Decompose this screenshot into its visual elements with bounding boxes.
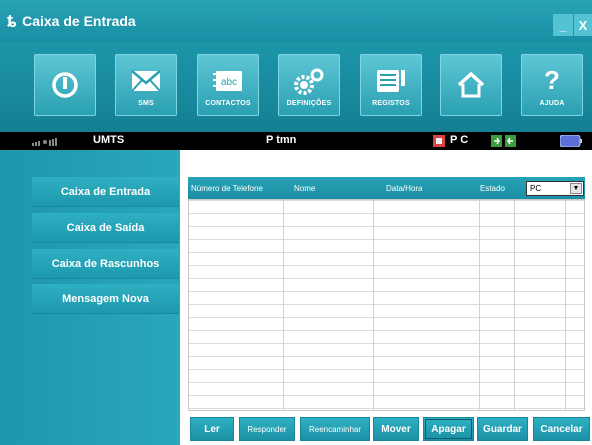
status-filter-value: PC xyxy=(530,184,542,193)
sidebar-item-new-message[interactable]: Mensagem Nova xyxy=(32,284,179,314)
delete-button[interactable]: Apagar xyxy=(423,417,474,441)
power-icon xyxy=(51,68,79,102)
sidebar-item-inbox[interactable]: Caixa de Entrada xyxy=(32,177,179,207)
title-bar: ȶ Caixa de Entrada _ X xyxy=(0,0,592,42)
column-header-name[interactable]: Nome xyxy=(294,184,315,193)
column-divider xyxy=(565,200,566,410)
envelope-icon xyxy=(131,64,161,98)
forward-button[interactable]: Reencaminhar xyxy=(300,417,370,441)
table-header: Número de Telefone Nome Data/Hora Estado… xyxy=(188,177,585,199)
connect-button[interactable] xyxy=(34,54,96,116)
move-button[interactable]: Mover xyxy=(373,417,419,441)
status-bar: UMTS P tmn P C xyxy=(0,132,592,150)
column-header-datetime[interactable]: Data/Hora xyxy=(386,184,422,193)
toolbar-label-sms: SMS xyxy=(138,99,154,107)
column-divider xyxy=(479,200,480,410)
logs-button[interactable]: REGISTOS xyxy=(360,54,422,116)
sms-button[interactable]: SMS xyxy=(115,54,177,116)
minimize-button[interactable]: _ xyxy=(553,14,573,36)
help-button[interactable]: ? AJUDA xyxy=(521,54,583,116)
signal-strength-icon xyxy=(32,137,58,149)
main-toolbar: SMS abc CONTACTOS DEFINIÇÕES REGISTOS ? … xyxy=(0,42,592,132)
column-header-status[interactable]: Estado xyxy=(480,184,505,193)
messages-table[interactable] xyxy=(188,199,585,411)
help-icon-glyph: ? xyxy=(544,65,560,95)
sidebar-item-drafts[interactable]: Caixa de Rascunhos xyxy=(32,249,179,279)
save-button[interactable]: Guardar xyxy=(477,417,528,441)
operator-name: P tmn xyxy=(266,134,297,146)
contacts-button[interactable]: abc CONTACTOS xyxy=(197,54,259,116)
column-divider xyxy=(283,200,284,410)
reply-button[interactable]: Responder xyxy=(239,417,295,441)
home-icon xyxy=(456,68,486,102)
window-title: Caixa de Entrada xyxy=(22,13,136,29)
toolbar-label-contacts: CONTACTOS xyxy=(205,99,251,107)
sidebar-item-outbox[interactable]: Caixa de Saída xyxy=(32,213,179,243)
gears-icon xyxy=(293,64,325,98)
column-divider xyxy=(514,200,515,410)
action-bar: Ler Responder Reencaminhar Mover Apagar … xyxy=(180,415,592,445)
message-panel: Número de Telefone Nome Data/Hora Estado… xyxy=(180,150,592,445)
app-logo: ȶ xyxy=(7,10,17,31)
contacts-icon: abc xyxy=(212,64,244,98)
cancel-button[interactable]: Cancelar xyxy=(533,417,590,441)
status-filter-select[interactable]: PC ▼ xyxy=(526,181,584,196)
close-button[interactable]: X xyxy=(574,14,592,36)
sidebar: Caixa de Entrada Caixa de Saída Caixa de… xyxy=(0,150,180,445)
contacts-icon-text: abc xyxy=(221,77,237,88)
sim-card-icon xyxy=(433,135,445,150)
settings-button[interactable]: DEFINIÇÕES xyxy=(278,54,340,116)
help-icon: ? xyxy=(544,64,560,98)
column-divider xyxy=(373,200,374,410)
storage-label: P C xyxy=(450,134,469,146)
column-header-phone[interactable]: Número de Telefone xyxy=(191,184,263,193)
toolbar-label-logs: REGISTOS xyxy=(372,99,410,107)
network-type: UMTS xyxy=(93,134,125,146)
sync-icon xyxy=(491,135,517,150)
chevron-down-icon[interactable]: ▼ xyxy=(570,183,582,194)
battery-icon xyxy=(559,134,582,150)
toolbar-label-help: AJUDA xyxy=(539,99,565,107)
toolbar-label-settings: DEFINIÇÕES xyxy=(286,99,332,107)
log-icon xyxy=(376,64,406,98)
read-button[interactable]: Ler xyxy=(190,417,234,441)
home-button[interactable] xyxy=(440,54,502,116)
